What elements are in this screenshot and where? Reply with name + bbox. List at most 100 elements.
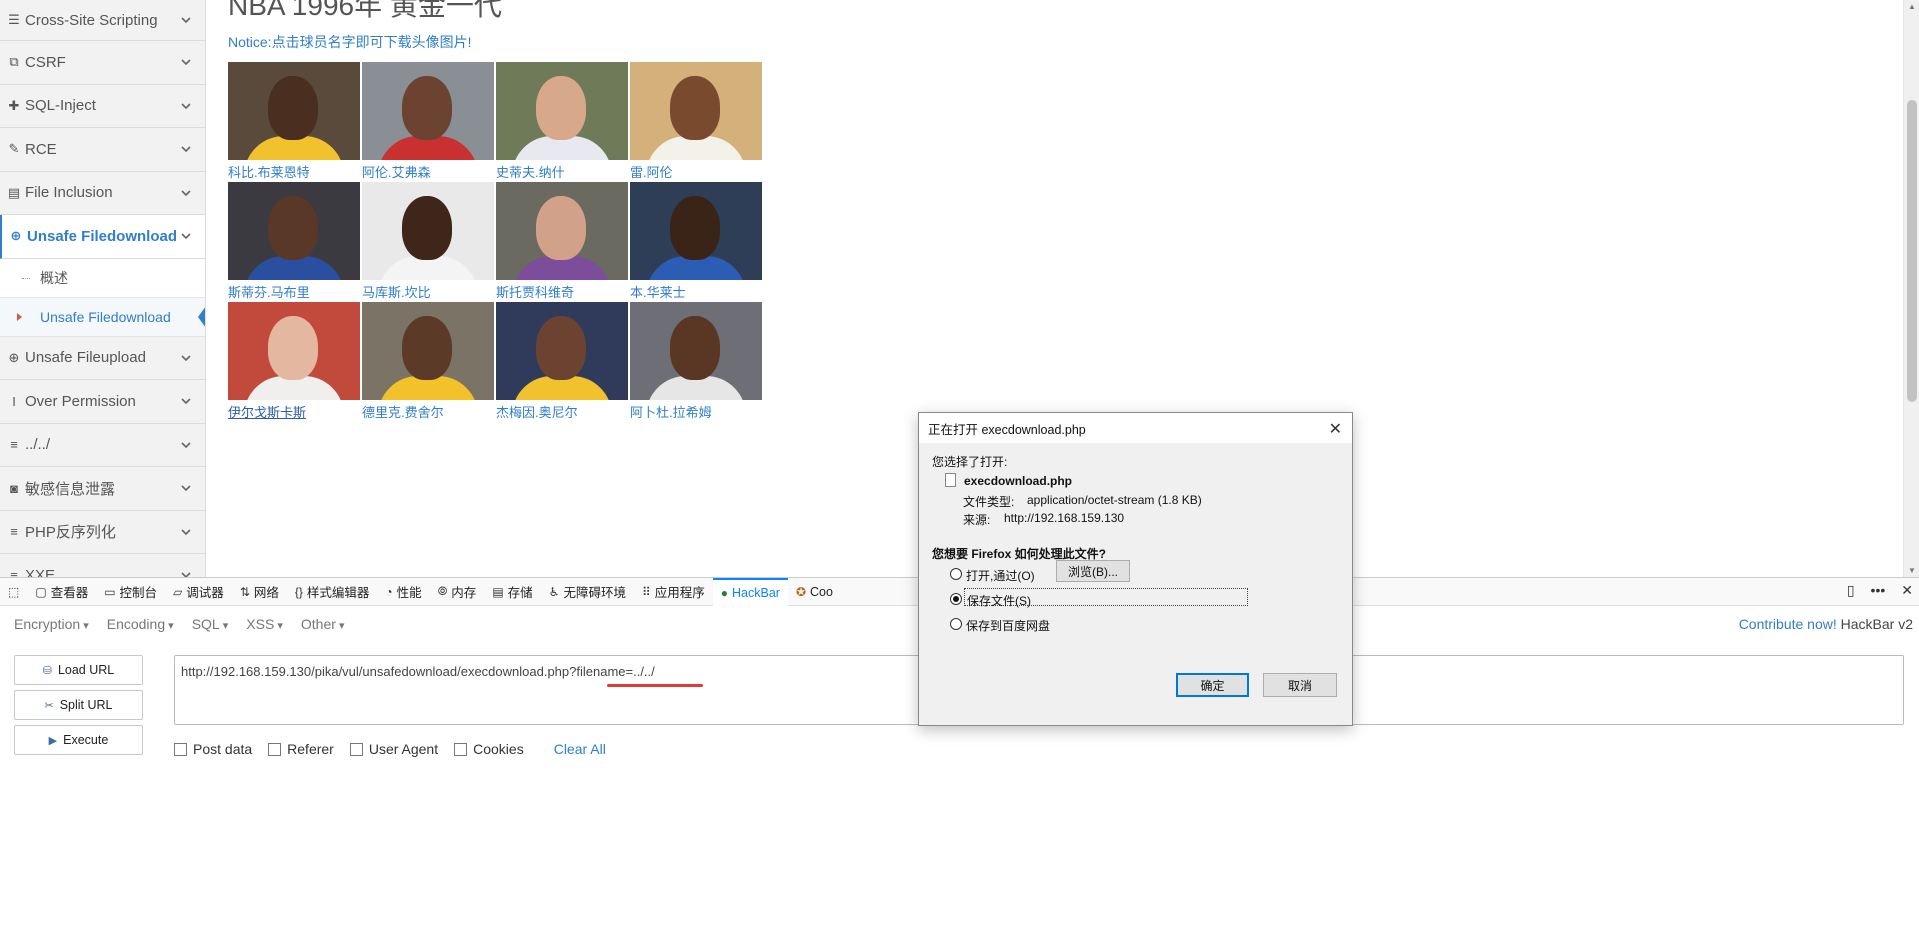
save-baidu-radio[interactable]	[950, 618, 962, 630]
contribute-link[interactable]: Contribute now!	[1739, 616, 1837, 632]
option-label: Post data	[193, 741, 253, 757]
scissors-icon: ✂	[44, 699, 54, 712]
hackbar-version: HackBar v2	[1840, 616, 1913, 632]
more-options-icon[interactable]: •••	[1871, 582, 1886, 599]
devtools-tab-8[interactable]: ♿ 无障碍环境	[541, 578, 634, 606]
option-0[interactable]: Post data	[174, 741, 252, 757]
chevron-down-icon	[181, 483, 191, 493]
sidebar-item-2[interactable]: ✚ SQL-Inject	[0, 85, 205, 128]
option-1[interactable]: Referer	[268, 741, 334, 757]
player-name-link[interactable]: 伊尔戈斯卡斯	[228, 402, 360, 421]
player-name-link[interactable]: 德里克.费舍尔	[362, 402, 494, 421]
execute-button[interactable]: ▶ Execute	[14, 725, 143, 755]
player-name-link[interactable]: 科比.布莱恩特	[228, 162, 360, 181]
devtools-tab-label: 控制台	[119, 586, 158, 600]
player-name-link[interactable]: 阿伦.艾弗森	[362, 162, 494, 181]
sidebar-subitem-1[interactable]: Unsafe Filedownload	[0, 297, 205, 337]
player-card: 杰梅因.奥尼尔	[496, 302, 628, 422]
devtools-tab-2[interactable]: ▱ 调试器	[165, 578, 232, 606]
player-name-link[interactable]: 斯托贾科维奇	[496, 282, 628, 301]
sidebar-item-10[interactable]: ≡ PHP反序列化	[0, 511, 205, 554]
devtools-tab-5[interactable]: ◔ 性能	[377, 578, 429, 606]
split-url-button[interactable]: ✂ Split URL	[14, 690, 143, 720]
sidebar-item-label: SQL-Inject	[25, 97, 96, 115]
cancel-button[interactable]: 取消	[1263, 673, 1337, 697]
page-scrollbar[interactable]: ▲ ▼	[1903, 0, 1919, 577]
player-name-link[interactable]: 雷.阿伦	[630, 162, 762, 181]
devtools-tab-6[interactable]: ⦾ 内存	[430, 578, 485, 606]
sidebar-subitem-0[interactable]: 概述	[0, 258, 205, 298]
devtools-tab-7[interactable]: ▤ 存储	[484, 578, 540, 606]
hackbar-menu-2[interactable]: SQL	[192, 616, 229, 632]
player-photo	[496, 182, 628, 280]
list-icon: ≡	[10, 567, 18, 577]
save-file-label: 保存文件(S)	[967, 594, 1031, 608]
player-head	[268, 76, 318, 140]
scrollbar-thumb[interactable]	[1907, 100, 1917, 402]
player-head	[402, 196, 452, 260]
devtools-tab-0[interactable]: ▢ 查看器	[27, 578, 96, 606]
devtools-tab-3[interactable]: ⇅ 网络	[232, 578, 287, 606]
hackbar-menu-4[interactable]: Other	[301, 616, 345, 632]
chevron-down-icon	[181, 15, 191, 25]
player-card: 雷.阿伦	[630, 62, 762, 182]
element-picker-button[interactable]: ⬚	[0, 578, 27, 606]
element-picker-icon: ⬚	[8, 584, 20, 599]
source-value: http://192.168.159.130	[1004, 511, 1125, 525]
hackbar-menu-0[interactable]: Encryption	[14, 616, 89, 632]
save-file-radio[interactable]	[950, 593, 962, 605]
option-checkbox[interactable]	[268, 742, 282, 756]
ok-button[interactable]: 确定	[1176, 673, 1249, 697]
dock-side-icon[interactable]: ▯	[1847, 582, 1855, 599]
devtools-tab-4[interactable]: {} 样式编辑器	[287, 578, 378, 606]
hackbar-menu-1[interactable]: Encoding	[107, 616, 174, 632]
devtools-tab-9[interactable]: ⠿ 应用程序	[634, 578, 713, 606]
devtools-tab-10[interactable]: ● HackBar	[712, 577, 788, 606]
player-photo	[630, 182, 762, 280]
sidebar-item-11[interactable]: ≡ XXE	[0, 554, 205, 577]
sidebar-item-4[interactable]: ▤ File Inclusion	[0, 172, 205, 215]
scroll-down-arrow-icon[interactable]: ▼	[1908, 566, 1916, 575]
hackbar-menu-3[interactable]: XSS	[246, 616, 283, 632]
browse-button[interactable]: 浏览(B)...	[1056, 560, 1130, 582]
load-url-icon: ⛁	[42, 664, 52, 677]
save-baidu-label: 保存到百度网盘	[966, 619, 1051, 633]
close-devtools-icon[interactable]: ✕	[1901, 582, 1913, 599]
text-height-icon: I	[12, 393, 16, 409]
scroll-up-arrow-icon[interactable]: ▲	[1908, 2, 1916, 11]
sidebar-item-5[interactable]: ⊕ Unsafe Filedownload	[0, 215, 205, 259]
player-head	[670, 316, 720, 380]
sidebar-item-label: Unsafe Fileupload	[25, 349, 146, 367]
sidebar-item-7[interactable]: I Over Permission	[0, 380, 205, 424]
player-name-link[interactable]: 阿卜杜.拉希姆	[630, 402, 762, 421]
option-2[interactable]: User Agent	[349, 741, 438, 757]
player-head	[670, 76, 720, 140]
chevron-down-icon	[181, 188, 191, 198]
devtools-tab-1[interactable]: ▭ 控制台	[96, 578, 165, 606]
player-photo	[496, 62, 628, 160]
player-name-link[interactable]: 本.华莱士	[630, 282, 762, 301]
player-photo	[228, 62, 360, 160]
sidebar-item-8[interactable]: ≡ ../../	[0, 424, 205, 467]
sidebar-item-1[interactable]: ⧉ CSRF	[0, 41, 205, 85]
sidebar-item-6[interactable]: ⊕ Unsafe Fileupload	[0, 337, 205, 380]
chevron-down-icon	[181, 570, 191, 577]
option-checkbox[interactable]	[454, 742, 468, 756]
player-name-link[interactable]: 杰梅因.奥尼尔	[496, 402, 628, 421]
load-url-button[interactable]: ⛁ Load URL	[14, 655, 143, 685]
player-name-link[interactable]: 史蒂夫.纳什	[496, 162, 628, 181]
player-name-link[interactable]: 马库斯.坎比	[362, 282, 494, 301]
sidebar-item-9[interactable]: ◙ 敏感信息泄露	[0, 467, 205, 511]
devtools-tab-label: HackBar	[732, 585, 780, 600]
option-checkbox[interactable]	[174, 742, 187, 756]
option-checkbox[interactable]	[349, 742, 363, 756]
clear-all-link[interactable]: Clear All	[554, 741, 606, 757]
close-icon[interactable]: ✕	[1329, 419, 1342, 439]
sidebar-item-3[interactable]: ✎ RCE	[0, 128, 205, 172]
storage-icon: ▤	[492, 584, 504, 599]
player-name-link[interactable]: 斯蒂芬.马布里	[228, 282, 360, 301]
option-3[interactable]: Cookies	[454, 741, 524, 757]
open-with-radio[interactable]	[950, 568, 962, 580]
sidebar-item-0[interactable]: ☰ Cross-Site Scripting	[0, 0, 205, 41]
devtools-tab-11[interactable]: ✪ Coo	[788, 578, 841, 606]
